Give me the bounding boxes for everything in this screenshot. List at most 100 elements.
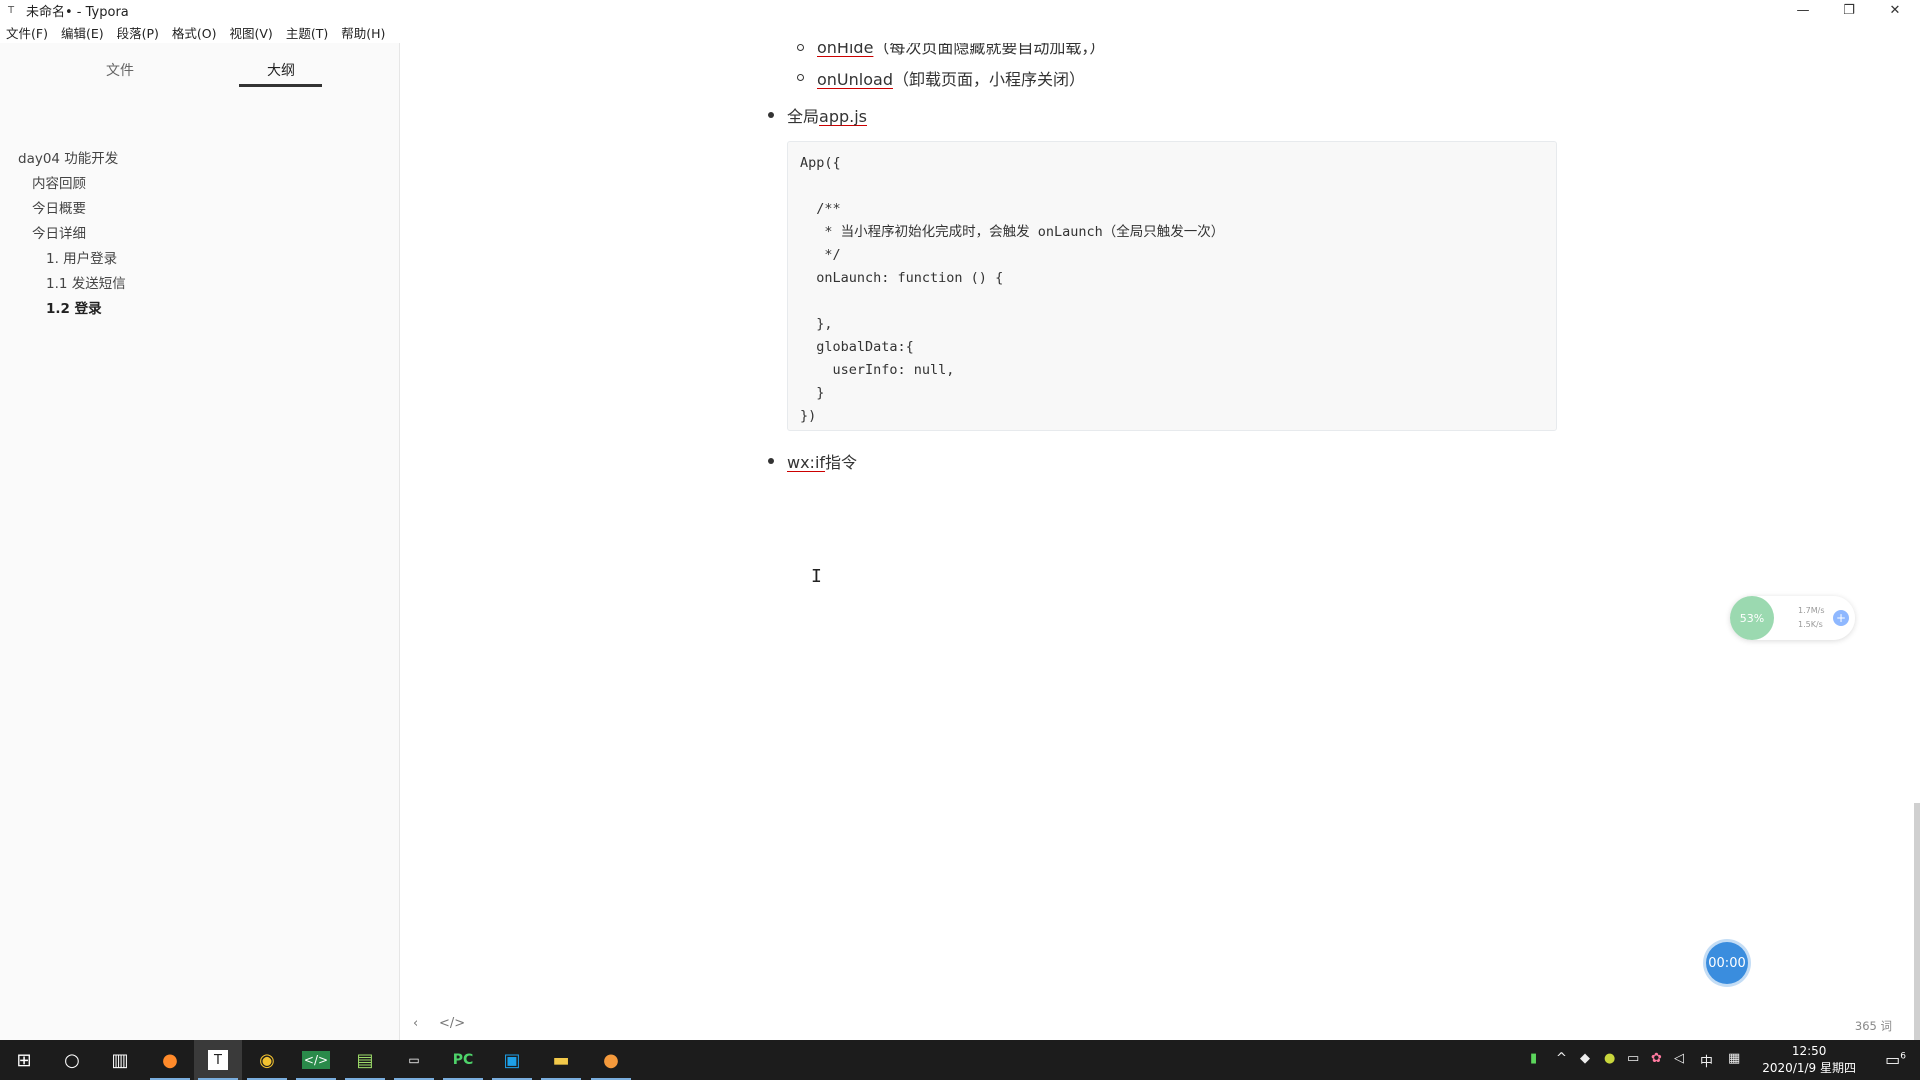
taskbar-chrome[interactable]: ◉ bbox=[243, 1040, 291, 1080]
tray-app2-icon[interactable]: ● bbox=[1604, 1051, 1615, 1066]
taskbar-explorer[interactable]: ▬ bbox=[537, 1040, 585, 1080]
sidebar: 文件 大纲 day04 功能开发 内容回顾 今日概要 今日详细 1. 用户登录 … bbox=[0, 43, 400, 1040]
sidebar-tabs: 文件 大纲 bbox=[0, 43, 400, 90]
tray-chevron-icon[interactable]: ^ bbox=[1556, 1051, 1567, 1066]
network-speed-widget[interactable]: 53% 1.7M/s 1.5K/s + bbox=[1730, 596, 1855, 640]
menu-help[interactable]: 帮助(H) bbox=[341, 23, 385, 42]
list-circle bbox=[797, 74, 804, 81]
outline-item[interactable]: 今日详细 bbox=[32, 222, 86, 242]
editor-scrollbar[interactable] bbox=[1914, 803, 1920, 1040]
upload-speed: 1.7M/s bbox=[1798, 606, 1825, 615]
recording-timer[interactable]: 00:00 bbox=[1706, 942, 1748, 984]
tab-files[interactable]: 文件 bbox=[106, 60, 134, 80]
battery-icon[interactable]: ▮ bbox=[1530, 1051, 1537, 1066]
toggle-sidebar-icon[interactable]: ‹ bbox=[413, 1016, 418, 1031]
taskbar-terminal[interactable]: ▭ bbox=[390, 1040, 438, 1080]
minimize-button[interactable]: — bbox=[1780, 0, 1826, 21]
list-text: （卸载页面，小程序关闭） bbox=[892, 70, 1085, 89]
menu-paragraph[interactable]: 段落(P) bbox=[117, 23, 159, 42]
ime-indicator[interactable]: 中 bbox=[1700, 1051, 1713, 1070]
clock-date: 2020/1/9 星期四 bbox=[1762, 1061, 1856, 1075]
pycharm-icon: PC bbox=[452, 1052, 474, 1068]
taskbar-app[interactable]: ● bbox=[587, 1040, 635, 1080]
ime-mode-icon[interactable]: ▦ bbox=[1728, 1051, 1740, 1066]
firefox-icon: ● bbox=[162, 1049, 178, 1071]
code-editor-icon: </> bbox=[301, 1051, 331, 1069]
outline-item[interactable]: day04 功能开发 bbox=[18, 147, 118, 167]
list-text: 指令 bbox=[825, 453, 858, 472]
notepad-icon: ▤ bbox=[356, 1049, 374, 1071]
list-bullet bbox=[768, 112, 774, 118]
outline-item-active[interactable]: 1.2 登录 bbox=[46, 297, 102, 317]
list-circle bbox=[797, 44, 804, 51]
editor-area[interactable]: onHide（每次页面隐藏就要自动加载，） onUnload（卸载页面，小程序关… bbox=[401, 43, 1920, 1040]
menu-bar: 文件(F) 编辑(E) 段落(P) 格式(O) 视图(V) 主题(T) 帮助(H… bbox=[0, 21, 1920, 43]
windows-logo-icon: ⊞ bbox=[16, 1049, 32, 1071]
list-item: wx:if指令 bbox=[787, 449, 857, 473]
menu-format[interactable]: 格式(O) bbox=[172, 23, 217, 42]
network-icon[interactable]: ▭ bbox=[1627, 1051, 1639, 1066]
terminal-icon: ▭ bbox=[408, 1053, 420, 1067]
taskbar-remote[interactable]: ▣ bbox=[488, 1040, 536, 1080]
list-item: onHide（每次页面隐藏就要自动加载，） bbox=[817, 43, 1105, 58]
list-bullet bbox=[768, 458, 774, 464]
minimize-icon: — bbox=[1796, 3, 1810, 18]
folder-icon: ▬ bbox=[552, 1049, 570, 1071]
notification-count: 6 bbox=[1900, 1051, 1906, 1062]
menu-edit[interactable]: 编辑(E) bbox=[61, 23, 104, 42]
window-title: 未命名• - Typora bbox=[26, 5, 129, 20]
taskbar-code-editor[interactable]: </> bbox=[292, 1040, 340, 1080]
menu-file[interactable]: 文件(F) bbox=[6, 23, 48, 42]
outline-item[interactable]: 1. 用户登录 bbox=[46, 247, 117, 267]
tray-app-icon[interactable]: ◆ bbox=[1580, 1051, 1590, 1066]
memory-percent: 53% bbox=[1730, 596, 1774, 640]
list-text: 全局 bbox=[787, 107, 820, 126]
outline-item[interactable]: 1.1 发送短信 bbox=[46, 272, 126, 292]
wxif-link[interactable]: wx:if bbox=[787, 453, 825, 472]
chrome-icon: ◉ bbox=[259, 1049, 275, 1071]
menu-theme[interactable]: 主题(T) bbox=[286, 23, 328, 42]
text-cursor-icon: I bbox=[811, 566, 822, 587]
tray-app3-icon[interactable]: ✿ bbox=[1651, 1051, 1662, 1066]
taskbar: ⊞ ○ ▥ ● T ◉ </> ▤ ▭ PC ▣ ▬ ● ▮ ^ ◆ ● ▭ ✿… bbox=[0, 1040, 1920, 1080]
download-speed: 1.5K/s bbox=[1798, 620, 1823, 629]
task-view-button[interactable]: ▥ bbox=[96, 1040, 144, 1080]
taskbar-typora[interactable]: T bbox=[194, 1040, 242, 1080]
taskbar-pycharm[interactable]: PC bbox=[439, 1040, 487, 1080]
menu-view[interactable]: 视图(V) bbox=[230, 23, 273, 42]
onhide-link[interactable]: onHide bbox=[817, 43, 873, 57]
status-bar: ‹ </> 365 词 bbox=[401, 1010, 1920, 1040]
word-count[interactable]: 365 词 bbox=[1855, 1018, 1892, 1034]
taskbar-firefox[interactable]: ● bbox=[146, 1040, 194, 1080]
source-code-mode-icon[interactable]: </> bbox=[439, 1016, 465, 1031]
orange-app-icon: ● bbox=[603, 1049, 619, 1071]
list-text: （每次页面隐藏就要自动加载，） bbox=[873, 43, 1106, 57]
outline-item[interactable]: 今日概要 bbox=[32, 197, 86, 217]
search-circle-icon: ○ bbox=[64, 1049, 80, 1071]
taskbar-notepad[interactable]: ▤ bbox=[341, 1040, 389, 1080]
close-icon: ✕ bbox=[1889, 3, 1901, 18]
restore-icon: ❐ bbox=[1843, 3, 1855, 18]
start-button[interactable]: ⊞ bbox=[0, 1040, 48, 1080]
accelerate-icon[interactable]: + bbox=[1833, 610, 1849, 626]
system-clock[interactable]: 12:50 2020/1/9 星期四 bbox=[1762, 1043, 1856, 1077]
onunload-link[interactable]: onUnload bbox=[817, 70, 893, 89]
task-view-icon: ▥ bbox=[111, 1049, 129, 1071]
restore-button[interactable]: ❐ bbox=[1826, 0, 1872, 21]
clock-time: 12:50 bbox=[1791, 1044, 1827, 1058]
remote-desktop-icon: ▣ bbox=[503, 1049, 521, 1071]
list-item: onUnload（卸载页面，小程序关闭） bbox=[817, 66, 1085, 90]
tab-outline[interactable]: 大纲 bbox=[267, 60, 295, 80]
code-block[interactable]: App({ /** * 当小程序初始化完成时，会触发 onLaunch（全局只触… bbox=[787, 141, 1557, 431]
close-button[interactable]: ✕ bbox=[1872, 0, 1918, 21]
notification-center-icon[interactable]: ▭6 bbox=[1885, 1050, 1906, 1069]
typora-icon: T bbox=[208, 1050, 228, 1070]
outline-item[interactable]: 内容回顾 bbox=[32, 172, 86, 192]
title-bar: T 未命名• - Typora — ❐ ✕ bbox=[0, 0, 1920, 21]
volume-muted-icon[interactable]: ◁ bbox=[1674, 1051, 1684, 1066]
search-button[interactable]: ○ bbox=[48, 1040, 96, 1080]
list-item: 全局app.js bbox=[787, 103, 867, 127]
appjs-link[interactable]: app.js bbox=[819, 107, 867, 126]
typora-app-icon: T bbox=[7, 4, 15, 16]
code-content: App({ /** * 当小程序初始化完成时，会触发 onLaunch（全局只触… bbox=[800, 155, 1225, 424]
